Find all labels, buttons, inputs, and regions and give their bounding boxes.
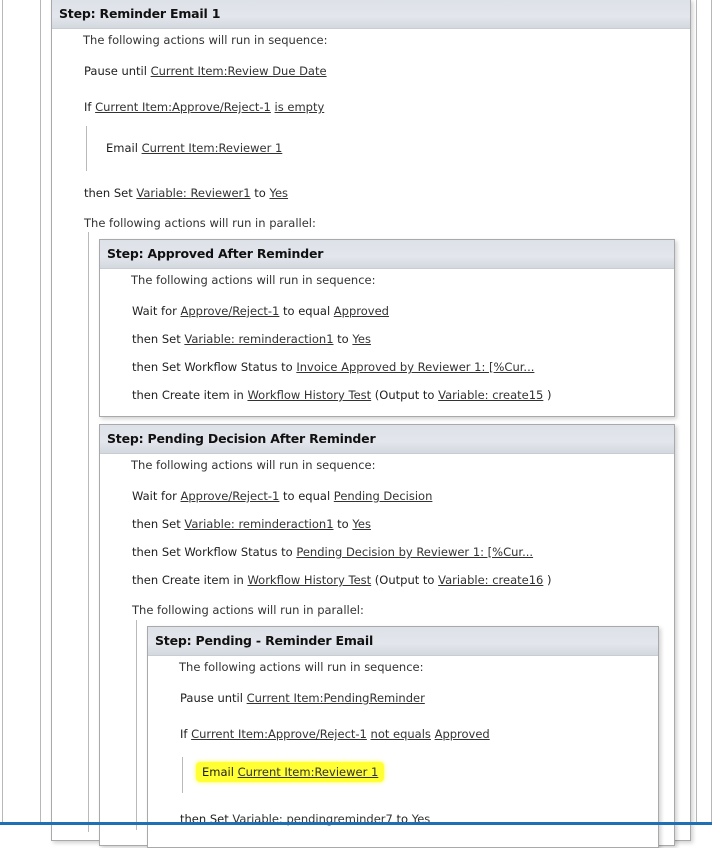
create-item-action: then Create item in Workflow History Tes… (132, 573, 552, 587)
nesting-line (2, 0, 3, 825)
branch-bar (182, 757, 183, 793)
condition-operator-link[interactable]: not equals (371, 727, 431, 741)
condition-operator-link[interactable]: is empty (275, 100, 325, 114)
sequence-label: The following actions will run in sequen… (131, 458, 376, 472)
step-title[interactable]: Step: Pending Decision After Reminder (100, 425, 674, 454)
set-variable-action: then Set Variable: Reviewer1 to Yes (84, 186, 289, 200)
parallel-bar (88, 232, 89, 832)
condition-field-link[interactable]: Current Item:Approve/Reject-1 (95, 100, 271, 114)
set-status-action: then Set Workflow Status to Invoice Appr… (132, 360, 535, 374)
pause-action: Pause until Current Item:Review Due Date (84, 64, 327, 78)
parallel-bar (136, 620, 137, 830)
set-variable-action: then Set Variable: reminderaction1 to Ye… (132, 517, 371, 531)
sequence-label: The following actions will run in sequen… (179, 660, 424, 674)
wait-value-link[interactable]: Pending Decision (334, 489, 433, 503)
value-link[interactable]: Yes (352, 517, 371, 531)
variable-link[interactable]: Variable: reminderaction1 (184, 517, 333, 531)
output-variable-link[interactable]: Variable: create16 (438, 573, 543, 587)
pause-date-link[interactable]: Current Item:Review Due Date (151, 64, 327, 78)
parallel-label: The following actions will run in parall… (84, 216, 316, 230)
variable-link[interactable]: Variable: reminderaction1 (184, 332, 333, 346)
status-value-link[interactable]: Pending Decision by Reviewer 1: [%Cur... (296, 545, 533, 559)
branch-bar (86, 126, 87, 171)
sequence-label: The following actions will run in sequen… (131, 273, 376, 287)
if-condition: If Current Item:Approve/Reject-1 not equ… (180, 727, 490, 741)
wait-action: Wait for Approve/Reject-1 to equal Appro… (132, 304, 389, 318)
sequence-label: The following actions will run in sequen… (83, 33, 328, 47)
output-variable-link[interactable]: Variable: create15 (438, 388, 543, 402)
list-link[interactable]: Workflow History Test (247, 388, 371, 402)
pause-date-link[interactable]: Current Item:PendingReminder (247, 691, 425, 705)
email-recipient-link[interactable]: Current Item:Reviewer 1 (142, 141, 283, 155)
email-action: Email Current Item:Reviewer 1 (196, 762, 385, 782)
condition-value-link[interactable]: Approved (435, 727, 490, 741)
set-status-action: then Set Workflow Status to Pending Deci… (132, 545, 534, 559)
parallel-label: The following actions will run in parall… (132, 603, 364, 617)
email-action: Email Current Item:Reviewer 1 (106, 141, 283, 155)
nesting-line (696, 0, 697, 825)
set-variable-action: then Set Variable: reminderaction1 to Ye… (132, 332, 371, 346)
step-title[interactable]: Step: Approved After Reminder (100, 240, 674, 269)
wait-field-link[interactable]: Approve/Reject-1 (181, 489, 280, 503)
condition-field-link[interactable]: Current Item:Approve/Reject-1 (191, 727, 367, 741)
if-condition: If Current Item:Approve/Reject-1 is empt… (84, 100, 325, 114)
nesting-line (40, 0, 41, 825)
create-item-action: then Create item in Workflow History Tes… (132, 388, 552, 402)
wait-action: Wait for Approve/Reject-1 to equal Pendi… (132, 489, 433, 503)
list-link[interactable]: Workflow History Test (247, 573, 371, 587)
wait-value-link[interactable]: Approved (334, 304, 389, 318)
variable-link[interactable]: Variable: Reviewer1 (136, 186, 250, 200)
value-link[interactable]: Yes (352, 332, 371, 346)
value-link[interactable]: Yes (269, 186, 288, 200)
email-recipient-link[interactable]: Current Item:Reviewer 1 (238, 765, 379, 779)
pause-action: Pause until Current Item:PendingReminder (180, 691, 425, 705)
step-title[interactable]: Step: Pending - Reminder Email (148, 627, 658, 656)
step-title[interactable]: Step: Reminder Email 1 (52, 0, 690, 29)
wait-field-link[interactable]: Approve/Reject-1 (181, 304, 280, 318)
highlighted-email-action: Email Current Item:Reviewer 1 (196, 762, 385, 782)
status-value-link[interactable]: Invoice Approved by Reviewer 1: [%Cur... (296, 360, 534, 374)
